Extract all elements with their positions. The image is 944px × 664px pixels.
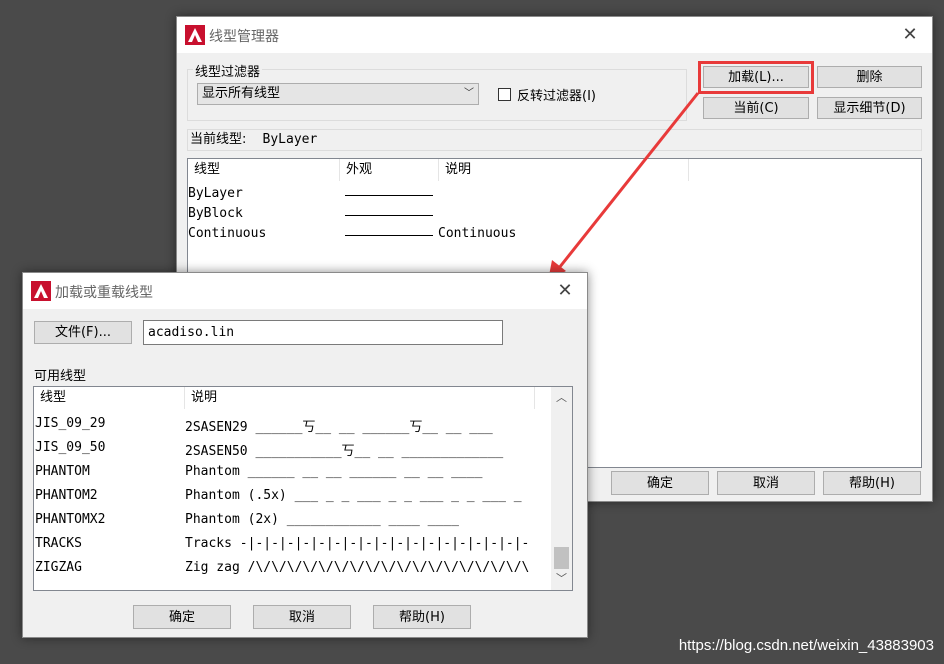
title-bar: 线型管理器 ✕ [177, 17, 932, 53]
current-button[interactable]: 当前(C) [703, 97, 809, 119]
close-icon[interactable]: ✕ [898, 23, 922, 47]
filter-dropdown[interactable]: 显示所有线型 ﹀ [197, 83, 479, 105]
title-bar: 加载或重载线型 ✕ [23, 273, 587, 309]
column-header-linetype[interactable]: 线型 [188, 159, 340, 181]
list-item-name[interactable]: TRACKS [35, 536, 82, 551]
column-header-appearance[interactable]: 外观 [340, 159, 439, 181]
column-header-linetype[interactable]: 线型 [34, 387, 185, 409]
appearance-sample [345, 215, 433, 216]
list-item-name[interactable]: PHANTOMX2 [35, 512, 105, 527]
column-header-description[interactable]: 说明 [185, 387, 535, 409]
watermark: https://blog.csdn.net/weixin_43883903 [678, 637, 934, 654]
scroll-down-icon[interactable]: ﹀ [551, 570, 572, 586]
available-linetype-list[interactable]: 线型 说明 JIS_09_29 2SASEN29 ______丂__ __ __… [33, 386, 573, 591]
list-item-description: Tracks -|-|-|-|-|-|-|-|-|-|-|-|-|-|-|-|-… [185, 536, 530, 551]
autocad-logo-icon [185, 25, 205, 45]
dialog-title: 加载或重载线型 [55, 285, 153, 301]
list-item-description: 2SASEN29 ______丂__ __ ______丂__ __ ___ [185, 420, 493, 435]
cancel-button[interactable]: 取消 [253, 605, 351, 629]
current-linetype-bar: 当前线型: ByLayer [187, 129, 922, 151]
load-button-highlight [698, 61, 814, 94]
list-item-description: Phantom ______ __ __ ______ __ __ ____ [185, 464, 483, 479]
filter-group-label: 线型过滤器 [193, 61, 263, 80]
file-name-field[interactable]: acadiso.lin [143, 320, 503, 345]
list-item-name[interactable]: JIS_09_50 [35, 440, 105, 455]
list-item-description: Zig zag /\/\/\/\/\/\/\/\/\/\/\/\/\/\/\/\… [185, 560, 530, 575]
appearance-sample [345, 235, 433, 236]
ok-button[interactable]: 确定 [133, 605, 231, 629]
available-linetypes-label: 可用线型 [34, 369, 87, 384]
delete-button[interactable]: 删除 [817, 66, 922, 88]
ok-button[interactable]: 确定 [611, 471, 709, 495]
show-details-button[interactable]: 显示细节(D) [817, 97, 922, 119]
table-row-name[interactable]: Continuous [188, 226, 266, 241]
help-button[interactable]: 帮助(H) [823, 471, 921, 495]
scrollbar-thumb[interactable] [554, 547, 569, 569]
filter-dropdown-value: 显示所有线型 [202, 86, 281, 101]
chevron-down-icon: ﹀ [464, 88, 474, 99]
list-item-name[interactable]: JIS_09_29 [35, 416, 105, 431]
close-icon[interactable]: ✕ [553, 279, 577, 303]
load-linetype-dialog: 加载或重载线型 ✕ 文件(F)... acadiso.lin 可用线型 线型 说… [22, 272, 588, 638]
current-linetype-label: 当前线型: [190, 132, 247, 147]
invert-filter-checkbox[interactable] [498, 88, 511, 101]
list-item-name[interactable]: ZIGZAG [35, 560, 82, 575]
table-row-description: Continuous [438, 226, 517, 241]
vertical-scrollbar[interactable]: ︿ ﹀ [551, 387, 572, 590]
list-item-description: Phantom (.5x) ___ _ _ ___ _ _ ___ _ _ __… [185, 488, 522, 503]
current-linetype-value: ByLayer [262, 132, 318, 147]
list-item-name[interactable]: PHANTOM [35, 464, 90, 479]
list-item-description: Phantom (2x) ____________ ____ ____ [185, 512, 459, 527]
help-button[interactable]: 帮助(H) [373, 605, 471, 629]
cancel-button[interactable]: 取消 [717, 471, 815, 495]
appearance-sample [345, 195, 433, 196]
dialog-title: 线型管理器 [209, 29, 279, 45]
invert-filter-label[interactable]: 反转过滤器(I) [517, 85, 596, 104]
column-header-description[interactable]: 说明 [439, 159, 689, 181]
file-button[interactable]: 文件(F)... [34, 321, 132, 344]
table-row-name[interactable]: ByBlock [188, 206, 243, 221]
scroll-up-icon[interactable]: ︿ [551, 389, 572, 405]
table-row-name[interactable]: ByLayer [188, 186, 243, 201]
list-item-description: 2SASEN50 ___________丂__ __ _____________ [185, 444, 504, 459]
autocad-logo-icon [31, 281, 51, 301]
list-item-name[interactable]: PHANTOM2 [35, 488, 98, 503]
